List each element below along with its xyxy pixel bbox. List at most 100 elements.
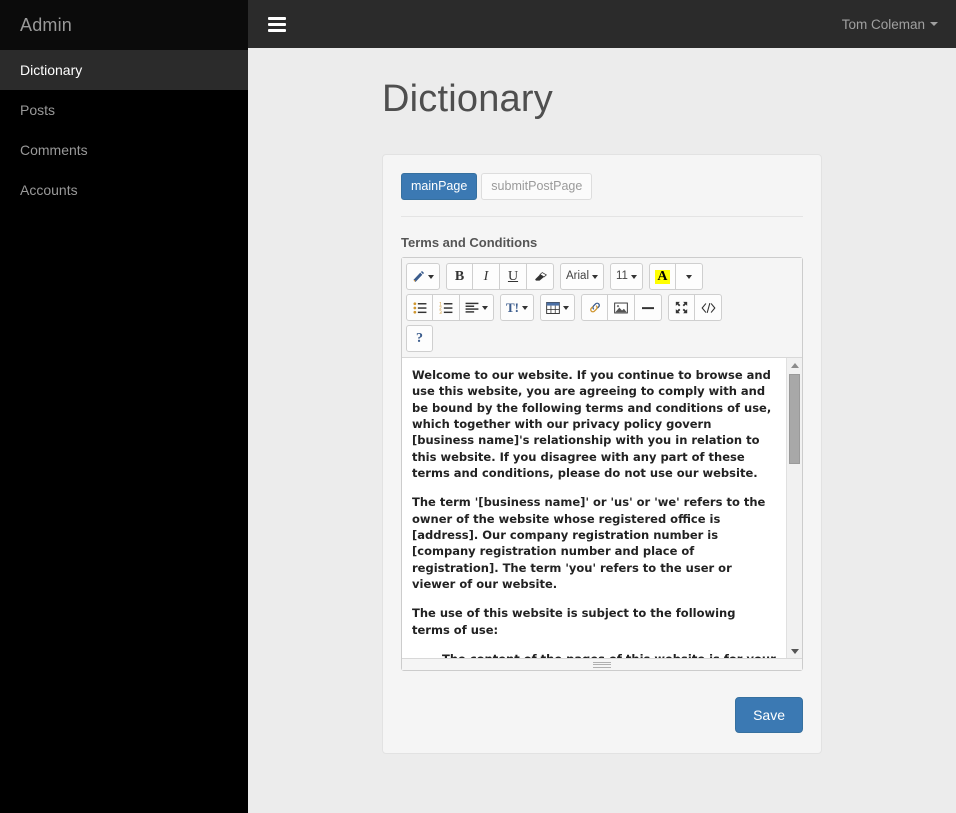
italic-icon: I [483,268,489,284]
font-family-dropdown[interactable]: Arial [560,263,605,290]
line-height-icon: T! [506,300,519,315]
picture-icon [614,302,628,314]
chevron-down-icon [630,274,637,279]
paragraph-align-dropdown[interactable] [460,294,494,321]
settings-card: mainPage submitPostPage Terms and Condit… [382,154,822,754]
fullscreen-arrows-icon [675,301,688,314]
ordered-list-button[interactable]: 1 2 3 [433,294,460,321]
toolbar-row-3: ? [406,325,798,352]
user-menu[interactable]: Tom Coleman [842,17,938,32]
editor-text-content[interactable]: Welcome to our website. If you continue … [402,358,786,658]
page-content: Dictionary mainPage submitPostPage Terms… [248,48,956,813]
toolbar-group-style [406,263,440,290]
editor-bullet-list: The content of the pages of this website… [412,651,776,658]
editor-paragraph: The term '[business name]' or 'us' or 'w… [412,495,766,591]
chevron-down-icon [482,305,488,310]
editor-resize-handle[interactable] [402,658,802,670]
card-footer: Save [401,697,803,733]
highlight-A-icon: A [655,268,670,284]
toolbar-row-1: B I U Arial 11 A [406,263,798,290]
insert-link-button[interactable] [581,294,608,321]
question-mark-icon: ? [416,330,423,346]
eraser-icon [533,270,547,283]
bullet-list-icon [412,301,427,314]
editor-paragraph: Welcome to our website. If you continue … [412,368,772,480]
user-menu-label: Tom Coleman [841,16,925,32]
bold-icon: B [454,268,465,284]
code-view-button[interactable] [695,294,722,321]
sidebar-brand: Admin [0,0,248,50]
toolbar-group-lineheight: T! [500,294,534,321]
tab-mainpage[interactable]: mainPage [401,173,478,200]
scroll-down-button[interactable] [787,644,802,658]
toolbar-group-fontname: Arial [560,263,605,290]
toolbar-group-lists: 1 2 3 [406,294,494,321]
card-divider [401,216,803,217]
sidebar: Admin Dictionary Posts Comments Accounts [0,0,248,813]
chevron-down-icon [428,274,434,279]
tab-bar: mainPage submitPostPage [401,173,803,200]
italic-button[interactable]: I [473,263,500,290]
unordered-list-button[interactable] [406,294,433,321]
editor-paragraph: The use of this website is subject to th… [412,606,736,637]
color-dropdown-button[interactable] [675,263,703,290]
tab-submitpostpage[interactable]: submitPostPage [481,173,593,200]
rich-text-editor: B I U Arial 11 A 1 2 3 T! ? Welcome to o… [401,257,803,671]
app-root: Admin Dictionary Posts Comments Accounts… [0,0,956,813]
editor-editable-area[interactable]: Welcome to our website. If you continue … [402,358,802,658]
sidebar-nav: Dictionary Posts Comments Accounts [0,50,248,210]
table-dropdown[interactable] [540,294,575,321]
field-label-terms: Terms and Conditions [401,235,538,250]
insert-picture-button[interactable] [608,294,635,321]
font-size-value: 11 [616,269,628,282]
table-icon [546,301,560,314]
toolbar-group-color: A [648,263,703,290]
scroll-up-button[interactable] [787,358,802,372]
text-highlight-color-button[interactable]: A [648,263,676,290]
sidebar-item-dictionary[interactable]: Dictionary [0,50,248,90]
toolbar-row-2: 1 2 3 T! [406,294,798,321]
line-height-dropdown[interactable]: T! [500,294,534,321]
hamburger-bar [268,16,286,20]
topbar: Tom Coleman [248,0,956,48]
main-column: Tom Coleman Dictionary mainPage submitPo… [248,0,956,813]
toolbar-group-fontsize: 11 [610,263,643,290]
minus-icon [641,302,655,314]
hamburger-bar [268,22,286,26]
remove-format-button[interactable] [527,263,554,290]
sidebar-item-comments[interactable]: Comments [0,130,248,170]
font-size-dropdown[interactable]: 11 [610,263,643,290]
chevron-down-icon [592,274,599,279]
help-button[interactable]: ? [406,325,433,352]
scrollbar-thumb[interactable] [789,374,800,464]
save-button[interactable]: Save [735,697,803,733]
toolbar-group-table [540,294,575,321]
toolbar-group-insert [581,294,662,321]
chevron-down-icon [522,305,528,310]
editor-scrollbar[interactable] [786,358,802,658]
triangle-up-icon [790,362,799,368]
editor-list-item: The content of the pages of this website… [442,651,776,658]
style-magic-wand-button[interactable] [406,263,440,290]
underline-icon: U [507,268,519,284]
bold-button[interactable]: B [446,263,473,290]
toolbar-group-help: ? [406,325,433,352]
fullscreen-button[interactable] [668,294,695,321]
hamburger-bar [268,28,286,32]
triangle-down-icon [790,648,799,654]
numbered-list-icon: 1 2 3 [439,302,453,314]
toolbar-group-format: B I U [446,263,554,290]
toolbar-group-view [668,294,722,321]
font-family-value: Arial [566,269,590,282]
sidebar-item-posts[interactable]: Posts [0,90,248,130]
underline-button[interactable]: U [500,263,527,290]
chevron-down-icon [563,305,569,310]
magic-wand-icon [412,270,425,283]
sidebar-item-accounts[interactable]: Accounts [0,170,248,210]
chevron-down-icon [930,22,938,26]
chevron-down-icon [685,274,692,279]
link-icon [588,301,602,314]
hamburger-icon[interactable] [264,11,290,37]
horizontal-rule-button[interactable] [635,294,662,321]
page-title: Dictionary [382,78,553,120]
